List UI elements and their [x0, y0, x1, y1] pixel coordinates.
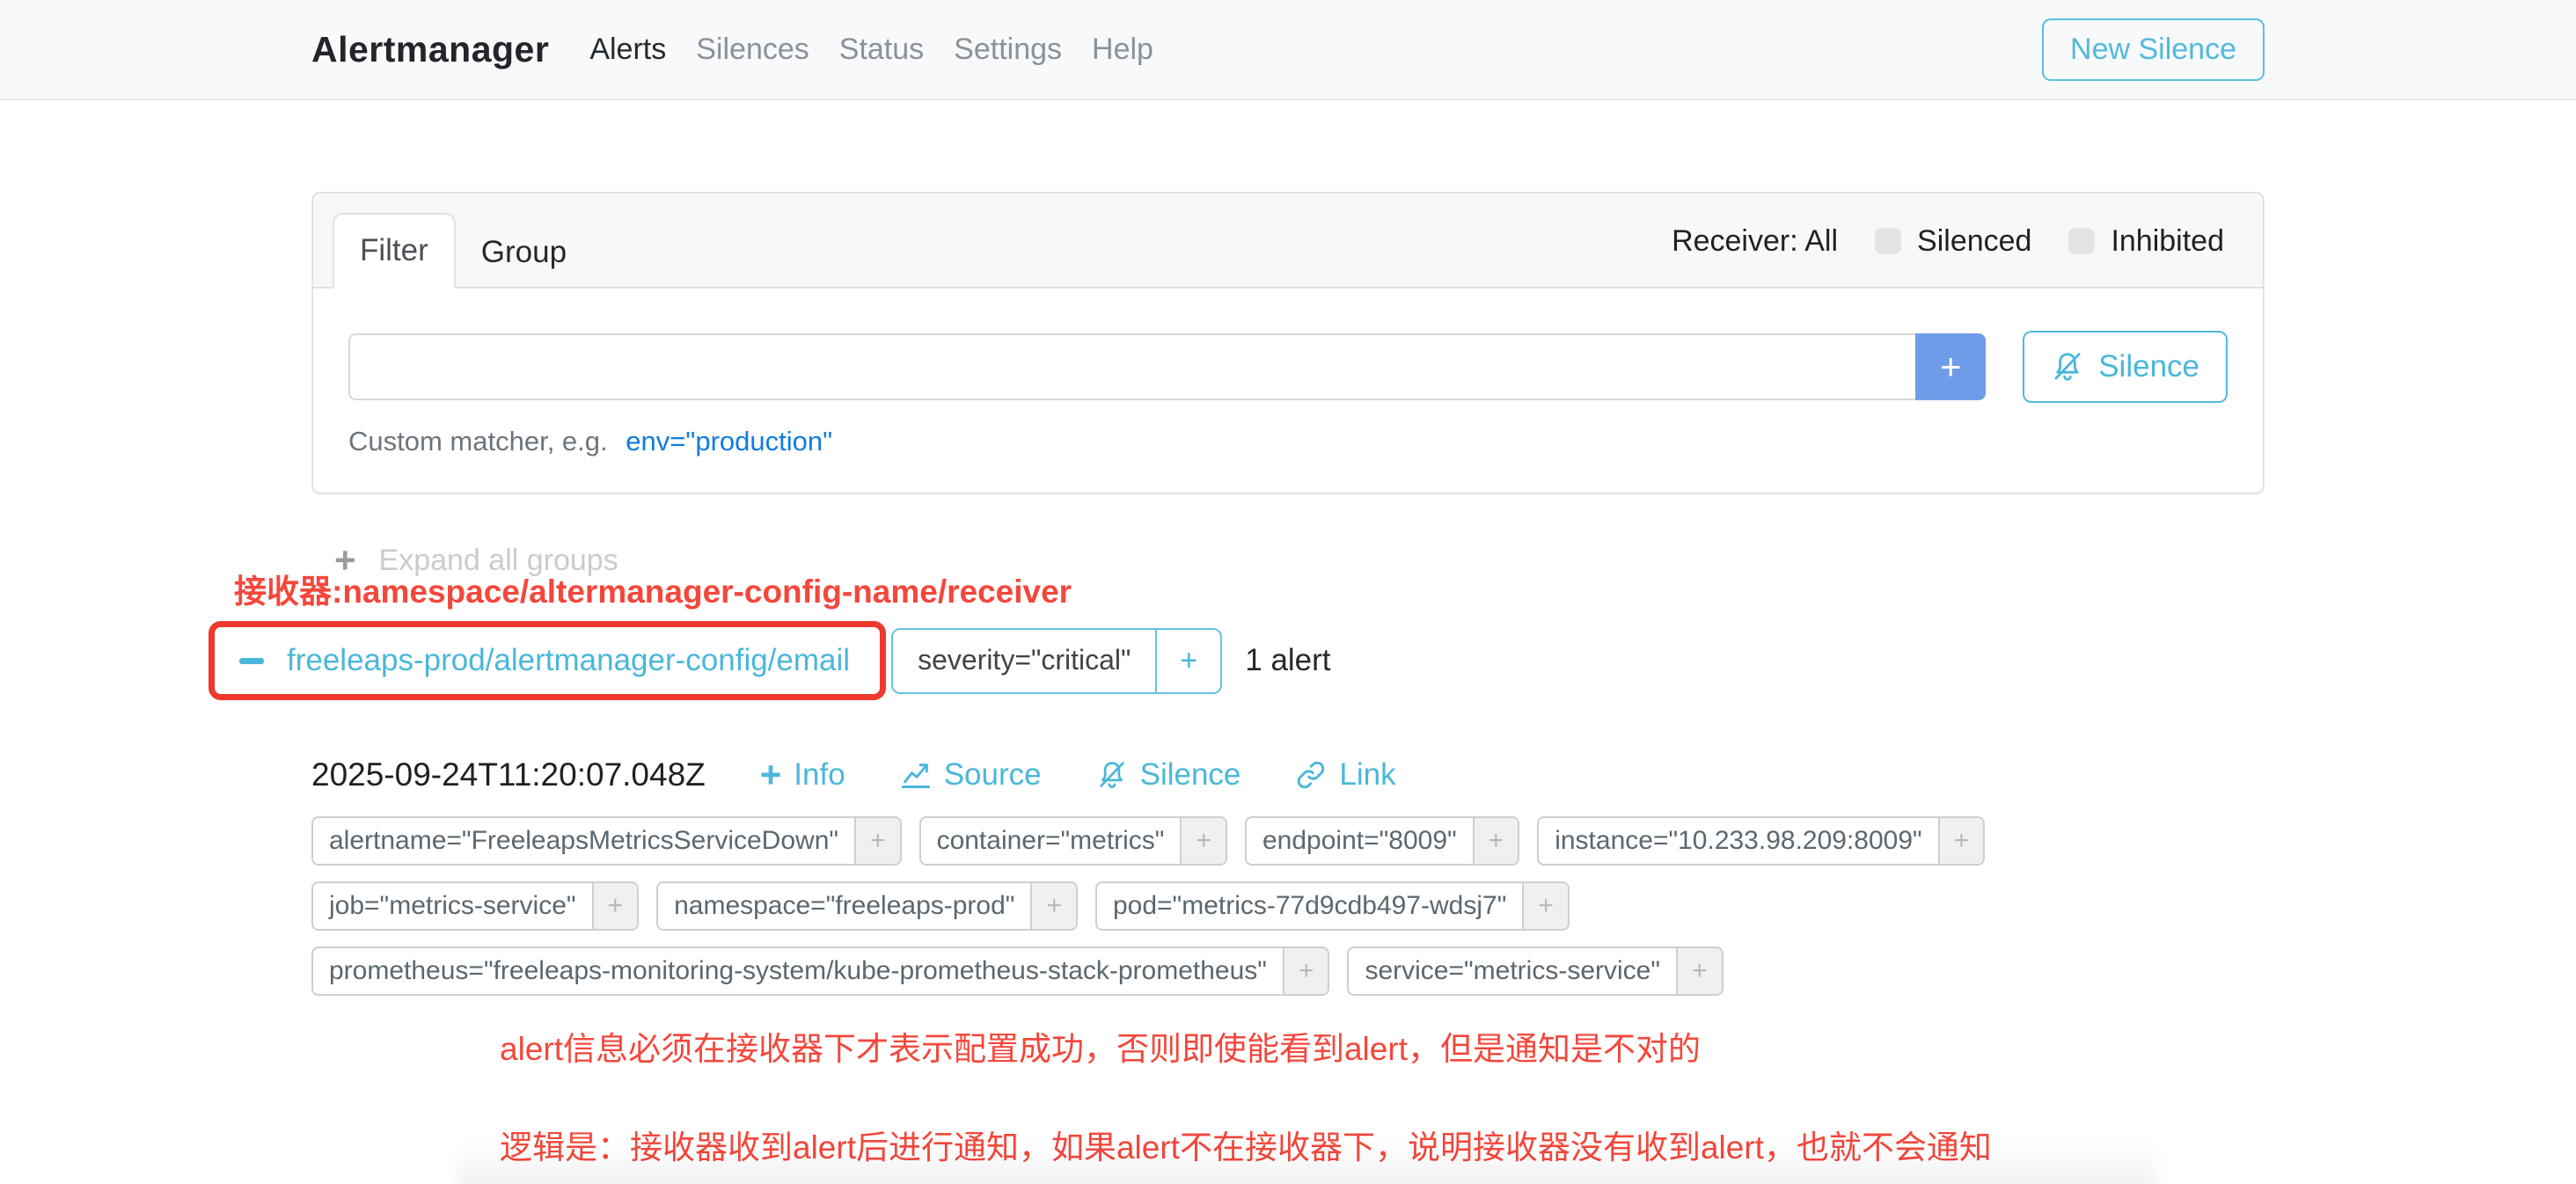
minus-icon [239, 658, 264, 664]
alert-group-row: freeleaps-prod/alertmanager-config/email… [209, 621, 2265, 700]
checkbox-label: Silenced [1917, 224, 2031, 259]
tab-filter[interactable]: Filter [333, 213, 456, 289]
add-label-filter-button[interactable]: + [592, 883, 638, 929]
alert-detail: 2025-09-24T11:20:07.048Z +InfoSourceSile… [311, 756, 2265, 996]
nav-item-settings[interactable]: Settings [954, 33, 1062, 67]
bell-slash-icon [1096, 759, 1128, 791]
receiver-group-button[interactable]: freeleaps-prod/alertmanager-config/email [218, 631, 876, 691]
label-row: prometheus="freeleaps-monitoring-system/… [311, 946, 2265, 996]
alert-action-label: Source [944, 757, 1042, 793]
checkbox-inhibited[interactable]: Inhibited [2068, 224, 2224, 259]
matcher-example-link[interactable]: env="production" [626, 426, 832, 457]
add-label-filter-button[interactable]: + [1676, 948, 1722, 994]
silence-from-filter-button[interactable]: Silence [2023, 331, 2228, 403]
alert-label-text: alertname="FreeleapsMetricsServiceDown" [313, 818, 854, 864]
alert-groups: + Expand all groups 接收器:namespace/alterm… [311, 542, 2265, 1184]
alert-action-label: Info [794, 757, 845, 793]
matcher-helper-text: Custom matcher, e.g. env="production" [348, 426, 2228, 457]
tab-group[interactable]: Group [456, 216, 592, 289]
group-matcher-add-button[interactable]: + [1155, 630, 1220, 692]
plus-icon: + [760, 756, 782, 793]
label-row: alertname="FreeleapsMetricsServiceDown"+… [311, 816, 2265, 866]
annotation-receiver-note: 接收器:namespace/altermanager-config-name/r… [234, 565, 2265, 612]
alert-label-text: service="metrics-service" [1349, 948, 1676, 994]
nav-items: Alerts Silences Status Settings Help [589, 33, 1153, 67]
alert-actions: + Info Source Silence Link [760, 756, 1396, 793]
alert-action-label: Silence [1140, 757, 1241, 793]
add-label-filter-button[interactable]: + [1180, 818, 1226, 864]
group-matcher-tag: severity="critical" + [891, 628, 1222, 694]
nav-item-alerts[interactable]: Alerts [589, 33, 666, 67]
link-icon [1295, 759, 1327, 791]
label-row: job="metrics-service"+namespace="freelea… [311, 881, 2265, 931]
alert-count: 1 alert [1245, 643, 1330, 678]
helper-label: Custom matcher, e.g. [348, 426, 608, 457]
add-label-filter-button[interactable]: + [1938, 818, 1984, 864]
app-brand[interactable]: Alertmanager [311, 29, 549, 70]
nav-item-status[interactable]: Status [839, 33, 924, 67]
navbar: Alertmanager Alerts Silences Status Setting… [0, 0, 2576, 100]
receiver-group-label: freeleaps-prod/alertmanager-config/email [287, 643, 850, 678]
alert-label-tag: endpoint="8009"+ [1245, 816, 1519, 866]
alert-label-tag: job="metrics-service"+ [311, 881, 639, 931]
bell-slash-icon [2051, 350, 2084, 384]
alert-timestamp: 2025-09-24T11:20:07.048Z [311, 756, 706, 793]
nav-item-silences[interactable]: Silences [696, 33, 809, 67]
annotation-logic-note-2: （一般是route中的逻辑有错误） [516, 1180, 2265, 1184]
receiver-filter[interactable]: Receiver: All [1672, 224, 1838, 259]
alert-action-silence[interactable]: Silence [1096, 756, 1241, 793]
add-label-filter-button[interactable]: + [1030, 883, 1076, 929]
alert-action-source[interactable]: Source [900, 756, 1042, 793]
alert-label-text: container="metrics" [921, 818, 1181, 864]
alert-action-info[interactable]: + Info [760, 756, 845, 793]
alert-label-text: pod="metrics-77d9cdb497-wdsj7" [1097, 883, 1522, 929]
alert-labels: alertname="FreeleapsMetricsServiceDown"+… [311, 816, 2265, 996]
state-checkboxes: Silenced Inhibited [1875, 224, 2224, 259]
alertmanager-page: Alertmanager Alerts Silences Status Setting… [0, 0, 2576, 1184]
filter-card-header: FilterGroup Receiver: All Silenced Inhibi… [313, 194, 2263, 289]
alert-label-tag: namespace="freeleaps-prod"+ [656, 881, 1078, 931]
alert-label-text: instance="10.233.98.209:8009" [1539, 818, 1937, 864]
alert-label-tag: container="metrics"+ [919, 816, 1227, 866]
filter-card: FilterGroup Receiver: All Silenced Inhibi… [311, 192, 2265, 494]
checkbox-icon[interactable] [1875, 228, 1901, 254]
add-label-filter-button[interactable]: + [1522, 883, 1568, 929]
alert-label-text: namespace="freeleaps-prod" [658, 883, 1030, 929]
new-silence-button[interactable]: New Silence [2042, 18, 2265, 81]
alert-label-tag: alertname="FreeleapsMetricsServiceDown"+ [311, 816, 902, 866]
filter-tabs: FilterGroup [333, 213, 592, 287]
alert-action-label: Link [1339, 757, 1395, 793]
checkbox-icon[interactable] [2068, 228, 2095, 254]
matcher-input[interactable] [348, 333, 1915, 400]
annotation-logic-note-1: 逻辑是：接收器收到alert后进行通知，如果alert不在接收器下，说明接收器没… [500, 1121, 2265, 1168]
alert-action-link[interactable]: Link [1295, 756, 1395, 793]
add-label-filter-button[interactable]: + [854, 818, 900, 864]
alert-label-text: endpoint="8009" [1247, 818, 1473, 864]
nav-item-help[interactable]: Help [1092, 33, 1153, 67]
add-matcher-button[interactable]: + [1915, 333, 1986, 400]
group-matcher-label[interactable]: severity="critical" [893, 630, 1155, 692]
add-label-filter-button[interactable]: + [1473, 818, 1519, 864]
alert-label-tag: pod="metrics-77d9cdb497-wdsj7"+ [1095, 881, 1570, 931]
red-highlight-box: freeleaps-prod/alertmanager-config/email [209, 621, 886, 700]
alert-label-tag: prometheus="freeleaps-monitoring-system/… [311, 946, 1329, 996]
checkbox-silenced[interactable]: Silenced [1875, 224, 2031, 259]
alert-label-tag: instance="10.233.98.209:8009"+ [1537, 816, 1985, 866]
filter-card-body: + Silence Custom matcher, e.g. env="prod… [313, 289, 2263, 493]
alert-label-text: prometheus="freeleaps-monitoring-system/… [313, 948, 1283, 994]
annotation-config-note: alert信息必须在接收器下才表示配置成功，否则即使能看到alert，但是通知是… [500, 1022, 2265, 1070]
add-label-filter-button[interactable]: + [1283, 948, 1328, 994]
alert-label-tag: service="metrics-service"+ [1347, 946, 1723, 996]
silence-button-label: Silence [2098, 349, 2199, 384]
chart-icon [900, 759, 932, 791]
checkbox-label: Inhibited [2111, 224, 2224, 259]
alert-label-text: job="metrics-service" [313, 883, 592, 929]
